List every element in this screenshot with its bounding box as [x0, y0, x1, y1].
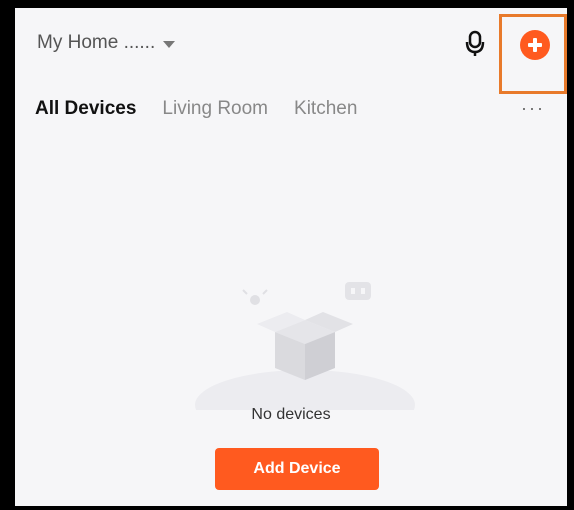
- more-icon[interactable]: ···: [521, 98, 545, 119]
- add-device-button[interactable]: Add Device: [215, 448, 379, 490]
- tab-all-devices[interactable]: All Devices: [35, 98, 136, 120]
- home-selector[interactable]: My Home ......: [37, 32, 176, 54]
- open-box-icon: [257, 312, 353, 380]
- tab-living-room[interactable]: Living Room: [162, 98, 268, 120]
- microphone-icon[interactable]: [463, 30, 489, 58]
- plus-circle-icon[interactable]: [520, 30, 550, 60]
- room-tabs: All Devices Living Room Kitchen: [35, 98, 383, 120]
- tab-kitchen[interactable]: Kitchen: [294, 98, 357, 120]
- empty-state-message: No devices: [251, 406, 331, 423]
- app-screen: My Home ...... All Devices Living Room K…: [15, 8, 567, 506]
- caret-down-icon: [163, 40, 176, 48]
- lightbulb-icon: [242, 289, 268, 305]
- socket-icon: [345, 282, 371, 300]
- home-name: My Home ......: [37, 32, 156, 53]
- empty-box-illustration: [195, 282, 415, 410]
